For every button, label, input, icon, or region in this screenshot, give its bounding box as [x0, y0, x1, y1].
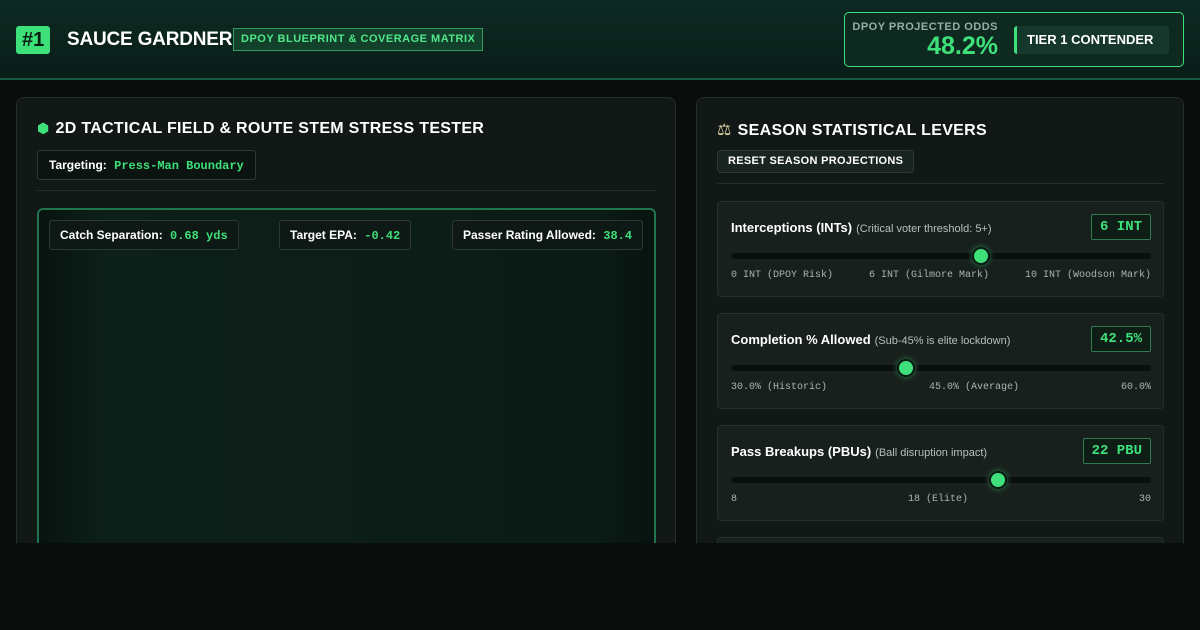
stat-label: Catch Separation:	[60, 228, 163, 242]
tick-label: 45.0% (Average)	[928, 382, 1019, 393]
lever-name: Completion % Allowed (Sub-45% is elite lo…	[731, 332, 1010, 347]
player-name: SAUCE GARDNER	[67, 29, 233, 50]
tick-label: 0 INT (DPOY Risk)	[731, 270, 834, 281]
lever-value: 22 PBU	[1082, 438, 1151, 464]
tick-label: 10 INT (Woodson Mark)	[1024, 270, 1151, 281]
targeting-chip[interactable]: Targeting: Press-Man Boundary	[37, 150, 256, 180]
levers-panel-title: ⚖ SEASON STATISTICAL LEVERS	[717, 120, 987, 140]
slider-tick-labels: 0 INT (DPOY Risk) 6 INT (Gilmore Mark) 1…	[731, 270, 1151, 281]
tactical-field-panel: ⬢ 2D TACTICAL FIELD & ROUTE STEM STRESS T…	[16, 97, 676, 557]
odds-box: DPOY PROJECTED ODDS 48.2% TIER 1 CONTEND…	[844, 12, 1184, 67]
lever-pass-breakups: Pass Breakups (PBUs) (Ball disruption imp…	[717, 425, 1164, 521]
stat-label: Passer Rating Allowed:	[463, 228, 596, 242]
catch-separation-stat: Catch Separation: 0.68 yds	[49, 220, 239, 250]
odds-value: 48.2%	[927, 32, 998, 60]
tick-label: 60.0%	[1120, 382, 1151, 393]
lever-title: Interceptions (INTs)	[731, 220, 853, 235]
tier-badge: TIER 1 CONTENDER	[1014, 26, 1169, 54]
passer-rating-stat: Passer Rating Allowed: 38.4	[452, 220, 644, 250]
lever-value: 42.5%	[1090, 326, 1151, 352]
slider-thumb[interactable]	[989, 471, 1008, 489]
targeting-value: Press-Man Boundary	[114, 159, 244, 173]
levers-panel-title-text: SEASON STATISTICAL LEVERS	[737, 122, 987, 139]
top-header: #1 SAUCE GARDNER DPOY BLUEPRINT & COVERA…	[0, 0, 1200, 80]
subtitle-badge: DPOY BLUEPRINT & COVERAGE MATRIX	[233, 28, 484, 51]
rank-badge: #1	[16, 26, 51, 54]
reset-projections-button[interactable]: RESET SEASON PROJECTIONS	[717, 150, 915, 173]
lever-value: 6 INT	[1090, 214, 1151, 240]
scale-icon: ⚖	[717, 122, 732, 139]
hexagon-icon: ⬢	[37, 120, 50, 136]
tick-label: 30	[1138, 494, 1151, 505]
targeting-label: Targeting:	[49, 158, 107, 172]
season-levers-panel: ⚖ SEASON STATISTICAL LEVERS RESET SEASON …	[696, 97, 1184, 557]
lever-name: Interceptions (INTs) (Critical voter thre…	[731, 220, 992, 235]
completion-slider[interactable]	[731, 359, 1151, 377]
lever-completion-pct: Completion % Allowed (Sub-45% is elite lo…	[717, 313, 1164, 409]
lever-name: Pass Breakups (PBUs) (Ball disruption imp…	[731, 444, 987, 459]
tick-label: 6 INT (Gilmore Mark)	[868, 270, 990, 281]
lever-note: (Critical voter threshold: 5+)	[856, 223, 992, 235]
lever-title: Pass Breakups (PBUs)	[731, 444, 872, 459]
lever-note: (Sub-45% is elite lockdown)	[874, 335, 1011, 347]
page-background	[0, 543, 1200, 630]
stat-value: 0.68 yds	[170, 229, 228, 243]
divider	[37, 190, 656, 191]
field-panel-title-text: 2D TACTICAL FIELD & ROUTE STEM STRESS TE…	[55, 120, 485, 137]
field-panel-title: ⬢ 2D TACTICAL FIELD & ROUTE STEM STRESS T…	[37, 120, 484, 138]
stat-label: Target EPA:	[290, 228, 357, 242]
pbu-slider[interactable]	[731, 471, 1151, 489]
lever-title: Completion % Allowed	[731, 332, 871, 347]
slider-thumb[interactable]	[971, 247, 990, 265]
lever-interceptions: Interceptions (INTs) (Critical voter thre…	[717, 201, 1164, 297]
slider-tick-labels: 30.0% (Historic) 45.0% (Average) 60.0%	[731, 382, 1151, 393]
stat-value: 38.4	[603, 229, 633, 243]
slider-tick-labels: 8 18 (Elite) 30	[731, 494, 1151, 505]
divider	[717, 183, 1164, 184]
stat-value: -0.42	[364, 229, 401, 243]
tactical-field[interactable]: Catch Separation: 0.68 yds Target EPA: -…	[37, 208, 656, 556]
tick-label: 8	[731, 494, 738, 505]
lever-note: (Ball disruption impact)	[875, 447, 988, 459]
tick-label: 18 (Elite)	[907, 494, 968, 505]
slider-thumb[interactable]	[897, 359, 915, 377]
tick-label: 30.0% (Historic)	[731, 382, 828, 393]
target-epa-stat: Target EPA: -0.42	[279, 220, 412, 250]
interceptions-slider[interactable]	[731, 247, 1151, 265]
